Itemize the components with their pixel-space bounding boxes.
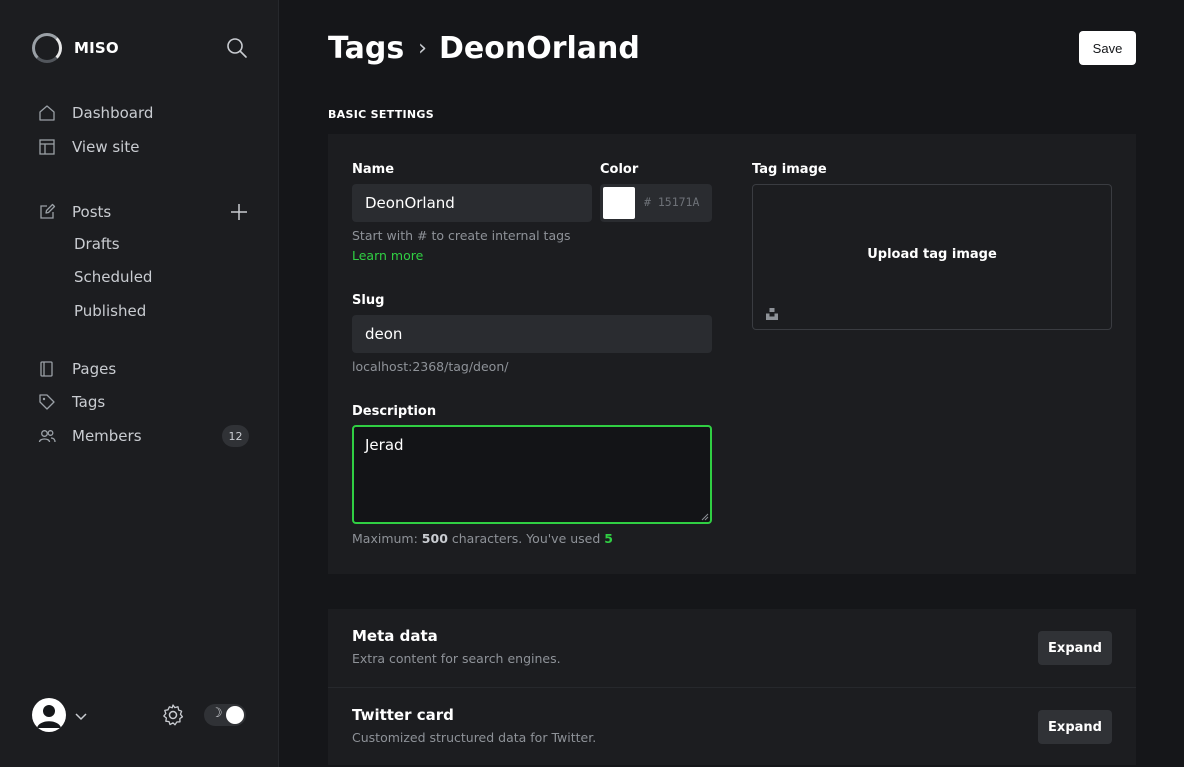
twitter-card-panel: Twitter card Customized structured data …	[328, 687, 1136, 765]
moon-icon: ☽	[211, 706, 223, 721]
name-input[interactable]: DeonOrland	[352, 184, 592, 222]
slug-label: Slug	[352, 293, 385, 308]
user-avatar[interactable]	[32, 698, 66, 732]
name-label: Name	[352, 162, 395, 177]
sidebar-item-members[interactable]: Members	[38, 424, 142, 448]
sidebar-item-published[interactable]: Published	[74, 302, 146, 324]
gear-icon[interactable]	[161, 703, 185, 727]
sidebar-item-label: View site	[72, 138, 140, 156]
color-preview-swatch[interactable]	[603, 187, 635, 219]
sidebar-item-scheduled[interactable]: Scheduled	[74, 268, 152, 290]
slug-input[interactable]: deon	[352, 315, 712, 353]
learn-more-link[interactable]: Learn more	[352, 248, 423, 263]
sidebar: MISO Dashboard View site Posts Drafts Sc…	[0, 0, 279, 767]
panel-title: Meta data	[352, 627, 438, 645]
panel-description: Extra content for search engines.	[352, 651, 561, 666]
upload-tag-image-label: Upload tag image	[867, 247, 997, 262]
expand-meta-data-button[interactable]: Expand	[1038, 631, 1112, 665]
description-text: Jerad	[365, 436, 404, 454]
layout-icon	[38, 138, 56, 156]
breadcrumb-tags-link[interactable]: Tags	[328, 31, 404, 66]
sidebar-item-label: Posts	[72, 203, 112, 221]
brand[interactable]: MISO	[32, 32, 119, 64]
name-hint-text: Start with # to create internal tags	[352, 228, 571, 243]
expand-twitter-card-button[interactable]: Expand	[1038, 710, 1112, 744]
new-post-plus-icon[interactable]	[229, 202, 249, 222]
section-title-basic-settings: BASIC SETTINGS	[328, 108, 434, 121]
color-picker[interactable]: # 15171A	[600, 184, 712, 222]
sidebar-item-view-site[interactable]: View site	[38, 135, 139, 159]
sidebar-item-label: Dashboard	[72, 104, 154, 122]
panel-description: Customized structured data for Twitter.	[352, 730, 597, 745]
panel-title: Twitter card	[352, 706, 454, 724]
description-count-hint: Maximum: 500 characters. You've used 5	[352, 529, 613, 549]
sidebar-item-label: Pages	[72, 360, 117, 378]
name-hint: Start with # to create internal tags Lea…	[352, 226, 592, 266]
sidebar-item-dashboard[interactable]: Dashboard	[38, 101, 153, 125]
sidebar-item-label: Tags	[72, 393, 106, 411]
desc-hint-prefix: Maximum:	[352, 531, 418, 546]
home-icon	[38, 104, 56, 122]
sidebar-item-drafts[interactable]: Drafts	[74, 235, 120, 257]
sidebar-item-posts[interactable]: Posts	[38, 200, 111, 224]
page-icon	[38, 360, 56, 378]
breadcrumb-separator-icon: ›	[418, 35, 427, 61]
save-button[interactable]: Save	[1079, 31, 1136, 65]
search-icon[interactable]	[226, 37, 248, 59]
tag-icon	[38, 393, 56, 411]
sidebar-item-tags[interactable]: Tags	[38, 390, 105, 414]
breadcrumb: Tags › DeonOrland	[328, 28, 640, 68]
dark-mode-toggle[interactable]: ☽	[204, 704, 246, 726]
page-title: DeonOrland	[438, 30, 640, 66]
members-count-badge: 12	[222, 425, 249, 447]
tag-image-upload[interactable]: Upload tag image	[752, 184, 1112, 330]
sidebar-item-pages[interactable]: Pages	[38, 357, 116, 381]
tag-image-label: Tag image	[752, 162, 827, 177]
resize-grip-icon[interactable]	[701, 513, 709, 521]
edit-icon	[38, 203, 56, 221]
description-textarea[interactable]: Jerad	[352, 425, 712, 524]
color-label: Color	[600, 162, 639, 177]
desc-hint-max: 500	[421, 531, 448, 546]
chevron-down-icon[interactable]	[74, 708, 88, 722]
slug-url: localhost:2368/tag/deon/	[352, 359, 509, 374]
brand-logo	[32, 33, 62, 63]
description-label: Description	[352, 404, 437, 419]
members-icon	[38, 427, 56, 445]
brand-name: MISO	[74, 39, 119, 57]
unsplash-icon[interactable]	[765, 307, 779, 321]
meta-data-panel: Meta data Extra content for search engin…	[328, 609, 1136, 687]
toggle-knob	[226, 706, 244, 724]
desc-hint-used: 5	[604, 531, 613, 546]
sidebar-item-label: Members	[72, 427, 142, 445]
color-hex-input[interactable]: # 15171A	[644, 195, 699, 209]
desc-hint-mid: characters. You've used	[451, 531, 601, 546]
